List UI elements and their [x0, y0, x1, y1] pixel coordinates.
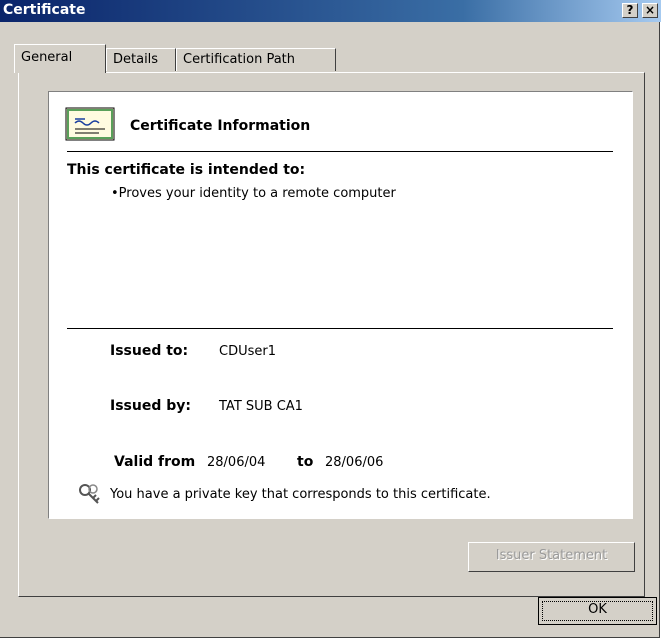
window-title: Certificate: [3, 2, 86, 18]
issued-by-label: Issued by:: [110, 398, 191, 414]
private-key-note: You have a private key that corresponds …: [110, 487, 491, 502]
issuer-statement-button[interactable]: Issuer Statement: [468, 542, 635, 572]
valid-from-label: Valid from: [114, 454, 196, 470]
valid-from-value: 28/06/04: [207, 455, 266, 470]
issued-to-value: CDUser1: [219, 344, 276, 359]
tab-certification-path-label: Certification Path: [183, 52, 296, 67]
purpose-item: •Proves your identity to a remote comput…: [111, 186, 396, 201]
valid-to-label: to: [297, 454, 314, 470]
purpose-title: This certificate is intended to:: [67, 162, 306, 178]
issuer-statement-label: Issuer Statement: [495, 548, 608, 563]
ok-focus-rect: [542, 601, 653, 621]
close-button[interactable]: ×: [642, 3, 658, 18]
divider-top: [67, 151, 613, 152]
tab-details[interactable]: Details: [106, 48, 176, 71]
certificate-dialog: Certificate ? × General Details Certific…: [0, 0, 661, 638]
tab-details-label: Details: [113, 52, 159, 67]
tab-general[interactable]: General: [14, 44, 106, 73]
help-button[interactable]: ?: [622, 3, 638, 18]
title-bar[interactable]: Certificate ? ×: [0, 0, 661, 22]
issued-to-label: Issued to:: [110, 343, 189, 359]
divider-bottom: [67, 328, 613, 329]
issued-by-value: TAT SUB CA1: [219, 399, 303, 414]
tab-general-label: General: [21, 50, 73, 65]
ok-button[interactable]: OK: [538, 597, 657, 625]
valid-to-value: 28/06/06: [325, 455, 384, 470]
tab-certification-path[interactable]: Certification Path: [176, 48, 336, 71]
certificate-info-heading: Certificate Information: [130, 118, 311, 134]
certificate-icon: [65, 107, 115, 141]
key-icon: [79, 484, 100, 504]
